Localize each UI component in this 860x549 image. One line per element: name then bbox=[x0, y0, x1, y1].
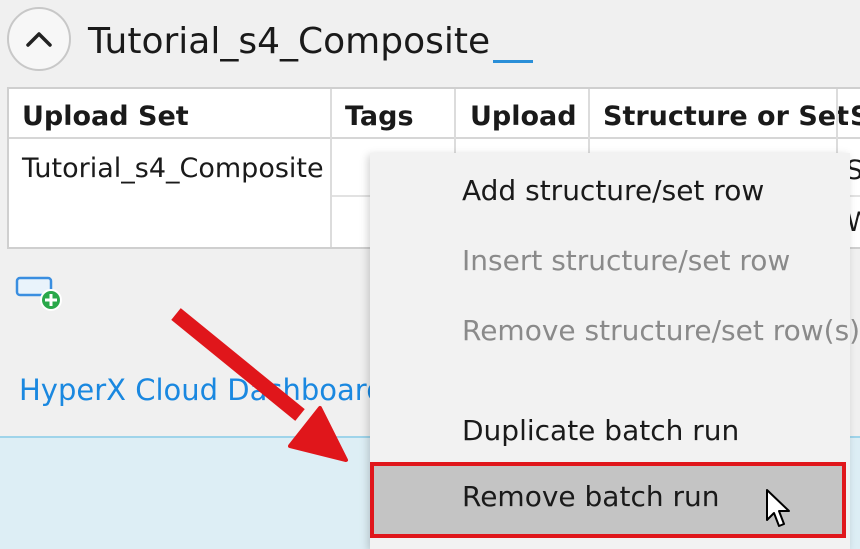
menu-item-remove-structure-rows[interactable]: Remove structure/set row(s) bbox=[370, 296, 860, 366]
column-header-upload[interactable]: Upload bbox=[470, 89, 577, 137]
column-header-structure-or-set[interactable]: Structure or Set bbox=[603, 89, 849, 137]
chevron-up-icon bbox=[26, 32, 52, 47]
column-header-s[interactable]: S bbox=[850, 89, 860, 137]
grid-header: Upload Set Tags Upload Structure or Set … bbox=[9, 89, 860, 139]
mouse-pointer-icon bbox=[766, 489, 790, 527]
upload-indicator bbox=[493, 60, 533, 63]
column-header-tags[interactable]: Tags bbox=[345, 89, 414, 137]
column-divider bbox=[330, 89, 332, 247]
upload-set-cell[interactable]: Tutorial_s4_Composite bbox=[22, 149, 324, 189]
menu-item-add-structure-row[interactable]: Add structure/set row bbox=[370, 156, 846, 226]
add-row-button[interactable] bbox=[15, 275, 63, 315]
hyperx-dashboard-link[interactable]: HyperX Cloud Dashboard bbox=[19, 370, 385, 410]
page-title: Tutorial_s4_Composite bbox=[88, 21, 491, 62]
column-header-upload-set[interactable]: Upload Set bbox=[22, 89, 189, 137]
menu-item-duplicate-batch-run[interactable]: Duplicate batch run bbox=[370, 396, 846, 466]
collapse-button[interactable] bbox=[7, 7, 71, 71]
add-row-icon bbox=[15, 276, 62, 311]
menu-item-insert-structure-row[interactable]: Insert structure/set row bbox=[370, 226, 846, 296]
